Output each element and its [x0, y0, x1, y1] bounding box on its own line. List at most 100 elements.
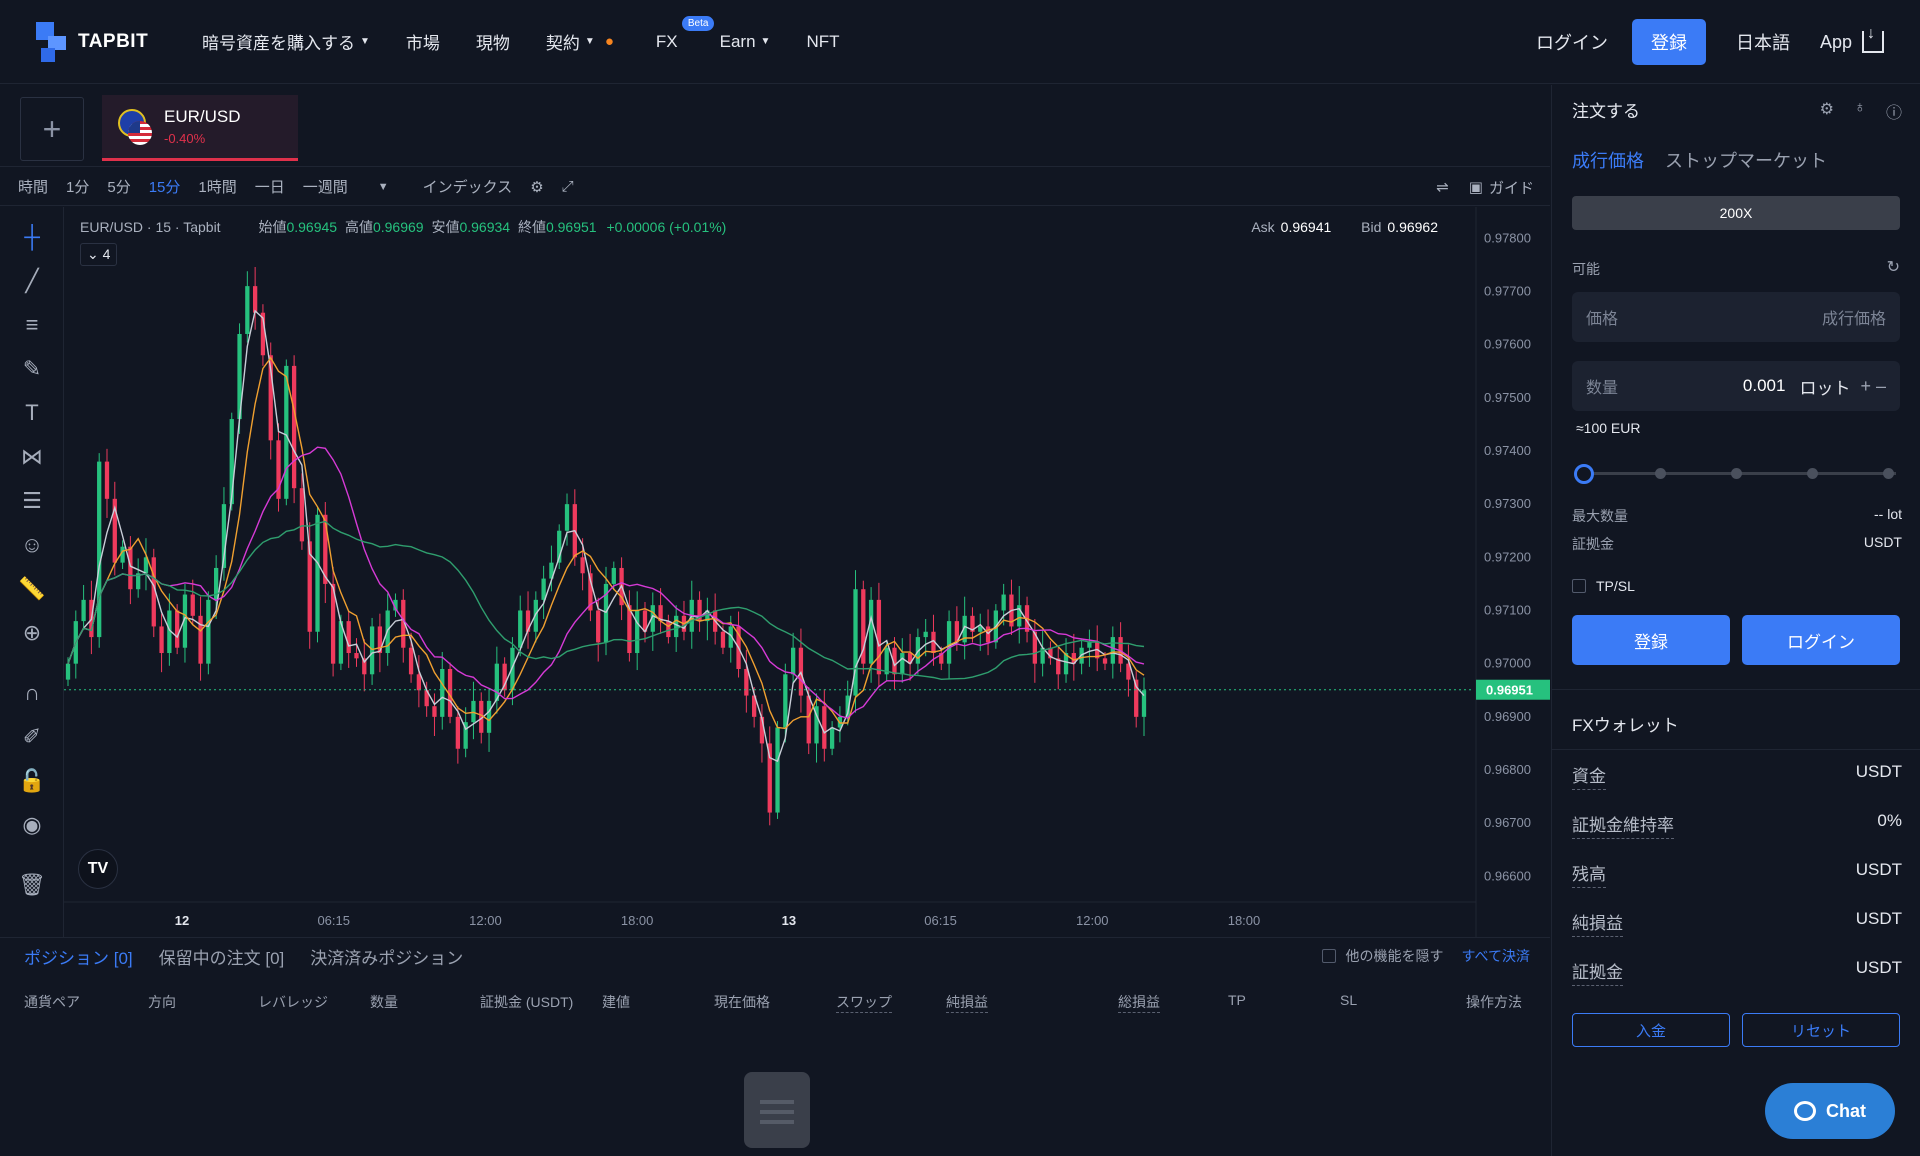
nav-earn[interactable]: Earn ▼: [720, 32, 771, 52]
magnet-icon[interactable]: ∩: [16, 677, 48, 709]
pattern-icon[interactable]: ⋈: [16, 441, 48, 473]
reset-button[interactable]: リセット: [1742, 1013, 1900, 1047]
emoji-icon[interactable]: ☺: [16, 529, 48, 561]
deposit-button[interactable]: 入金: [1572, 1013, 1730, 1047]
ask-bid: Ask 0.96941 Bid 0.96962: [1251, 219, 1438, 235]
y-tick-label: 0.97300: [1484, 496, 1531, 511]
wallet-row-margin: 証拠金 USDT: [1572, 958, 1902, 986]
price-field[interactable]: 価格 成行価格: [1572, 292, 1900, 342]
guide-link[interactable]: ガイド: [1489, 177, 1534, 198]
candle-body: [884, 647, 889, 675]
interval-time[interactable]: 時間: [18, 176, 48, 197]
nav-spot[interactable]: 現物: [476, 29, 510, 54]
interval-15m[interactable]: 15分: [149, 176, 181, 197]
text-tool-icon[interactable]: T: [16, 397, 48, 429]
eye-icon[interactable]: ◉: [16, 809, 48, 841]
order-type-tabs: 成行価格 ストップマーケット: [1572, 147, 1843, 173]
slider-step-50[interactable]: [1731, 468, 1742, 479]
lock-drawing-icon[interactable]: ✐: [16, 721, 48, 753]
ruler-icon[interactable]: 📏: [16, 573, 48, 605]
chart-adjust-icon[interactable]: ⇌: [1436, 178, 1449, 196]
wallet-value: USDT: [1855, 762, 1902, 781]
logo[interactable]: TAPBIT: [36, 21, 186, 62]
high-value: 0.96969: [372, 219, 424, 235]
pair-change: -0.40%: [164, 131, 206, 146]
fullscreen-icon[interactable]: ⤢: [562, 178, 574, 195]
wallet-row-margin-ratio: 証拠金維持率 0%: [1572, 811, 1902, 839]
candle-body: [783, 674, 788, 728]
nav-nft[interactable]: NFT: [806, 32, 839, 52]
add-tab-button[interactable]: +: [20, 97, 84, 161]
wallet-value: USDT: [1855, 958, 1902, 977]
symbol-tab-eurusd[interactable]: EUR/USD -0.40%: [102, 95, 298, 161]
tpsl-checkbox[interactable]: [1572, 579, 1586, 593]
register-button[interactable]: 登録: [1631, 19, 1706, 65]
interval-1w[interactable]: 一週間: [303, 176, 348, 197]
indicator-count: 4: [102, 246, 111, 262]
leverage-selector[interactable]: 200X: [1572, 196, 1900, 230]
login-link[interactable]: ログイン: [1536, 29, 1608, 55]
nav-fx[interactable]: FX Beta: [656, 15, 715, 52]
crosshair-icon[interactable]: ┼: [16, 221, 48, 253]
zoom-icon[interactable]: ⊕: [16, 617, 48, 649]
quantity-unit: ロット: [1799, 378, 1851, 398]
nav-contract[interactable]: 契約 ▼ ●: [546, 29, 614, 54]
quantity-stepper[interactable]: + –: [1860, 376, 1886, 397]
quantity-slider[interactable]: [1574, 463, 1896, 484]
candle-body: [175, 610, 180, 648]
nav-market[interactable]: 市場: [406, 29, 440, 54]
info-icon[interactable]: ⓘ: [1886, 99, 1902, 123]
slider-thumb[interactable]: [1574, 464, 1594, 484]
trash-icon[interactable]: 🗑: [16, 869, 48, 901]
tab-market-order[interactable]: 成行価格: [1572, 151, 1644, 171]
nav-buy-crypto-label: 暗号資産を購入する: [202, 34, 355, 53]
guide-icon[interactable]: ▣: [1469, 178, 1483, 196]
language-selector[interactable]: 日本語: [1736, 29, 1790, 55]
price-chart[interactable]: 0.97800 0.97700 0.97600 0.97500 0.97400 0.973…: [64, 207, 1550, 937]
app-download[interactable]: App: [1820, 25, 1884, 53]
slider-step-75[interactable]: [1807, 468, 1818, 479]
index-button[interactable]: インデックス: [423, 176, 513, 197]
indicator-toggle[interactable]: ⌄ 4: [80, 243, 118, 266]
order-register-button[interactable]: 登録: [1572, 615, 1730, 665]
tab-pending-orders[interactable]: 保留中の注文 [0]: [159, 944, 285, 969]
logo-text: TAPBIT: [78, 30, 149, 52]
tab-stop-market[interactable]: ストップマーケット: [1665, 151, 1827, 171]
tab-positions[interactable]: ポジション [0]: [24, 944, 133, 969]
unlock-icon[interactable]: 🔓: [16, 765, 48, 797]
trendline-icon[interactable]: ╱: [16, 265, 48, 297]
nav-buy-crypto[interactable]: 暗号資産を購入する ▼: [202, 29, 370, 54]
hide-other-checkbox[interactable]: [1321, 949, 1336, 963]
quantity-input[interactable]: 0.001: [1743, 376, 1786, 396]
settings-icon[interactable]: ⚙: [1820, 99, 1834, 123]
interval-1m[interactable]: 1分: [66, 176, 89, 197]
refresh-icon[interactable]: ↻: [1887, 257, 1900, 277]
fibonacci-icon[interactable]: ☰: [16, 485, 48, 517]
bid-value: 0.96962: [1387, 219, 1438, 235]
interval-dropdown-icon[interactable]: ▼: [378, 181, 389, 193]
x-tick-label: 12: [175, 913, 189, 928]
quantity-field[interactable]: 数量 0.001 ロット + –: [1572, 361, 1900, 411]
interval-5m[interactable]: 5分: [107, 176, 130, 197]
divider: [1552, 689, 1920, 690]
candlestick-chart[interactable]: 0.97800 0.97700 0.97600 0.97500 0.97400 0.973…: [64, 207, 1550, 937]
col-quantity: 数量: [370, 994, 398, 1010]
y-tick-label: 0.97700: [1484, 283, 1531, 298]
interval-1d[interactable]: 一日: [255, 176, 285, 197]
horizontal-lines-icon[interactable]: ≡: [16, 309, 48, 341]
y-tick-label: 0.97200: [1484, 549, 1531, 564]
slider-step-25[interactable]: [1655, 468, 1666, 479]
slider-step-100[interactable]: [1883, 468, 1894, 479]
brush-icon[interactable]: ✎: [16, 353, 48, 385]
close-all-link[interactable]: すべて決済: [1462, 946, 1530, 966]
y-tick-label: 0.97400: [1484, 443, 1531, 458]
tpsl-toggle[interactable]: TP/SL: [1572, 578, 1635, 594]
order-login-button[interactable]: ログイン: [1742, 615, 1900, 665]
chat-button[interactable]: Chat: [1765, 1083, 1895, 1139]
chart-settings-icon[interactable]: ⚙: [530, 178, 543, 196]
chat-label: Chat: [1826, 1100, 1866, 1121]
lightbulb-icon[interactable]: ♁: [1854, 99, 1866, 123]
interval-1h[interactable]: 1時間: [198, 176, 236, 197]
tradingview-logo[interactable]: TV: [78, 849, 118, 889]
tab-closed-positions[interactable]: 決済済みポジション: [310, 944, 463, 969]
